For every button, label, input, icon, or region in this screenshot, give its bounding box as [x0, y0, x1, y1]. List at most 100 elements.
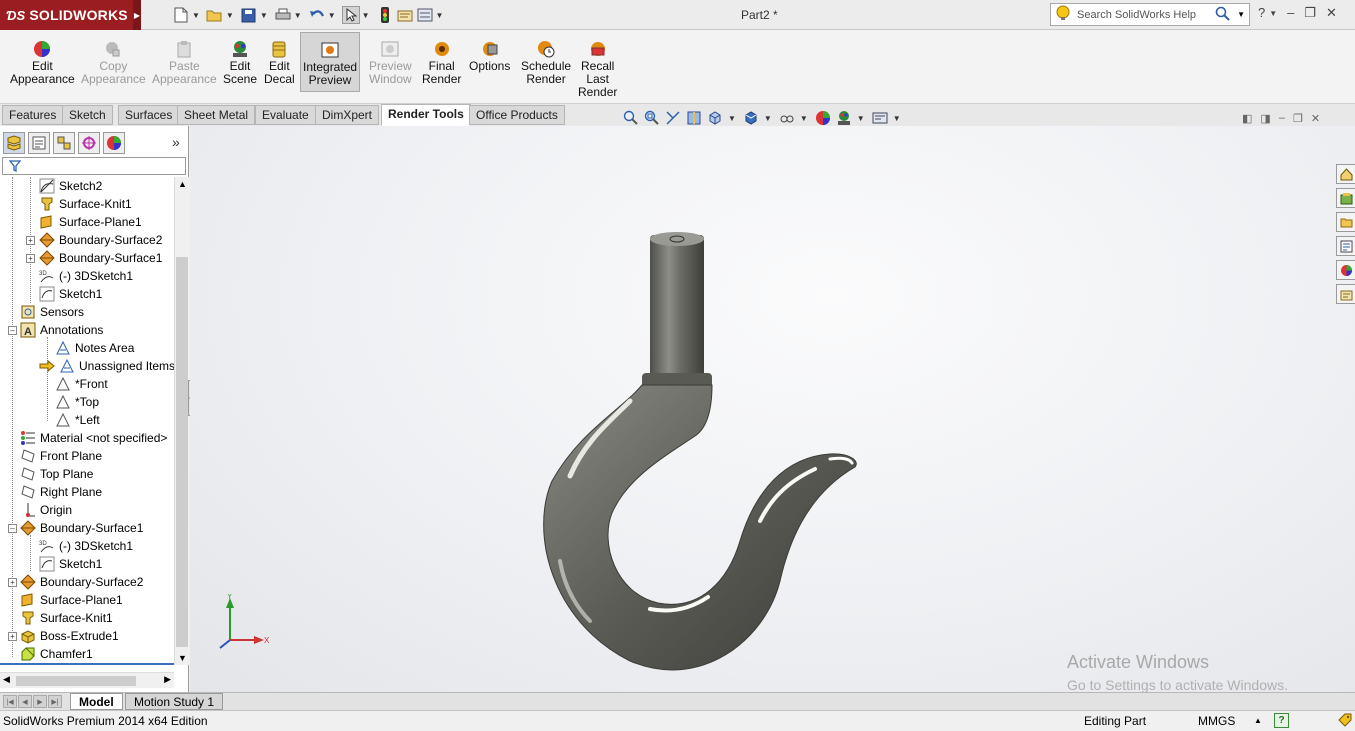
tree-item-material[interactable]: Material <not specified> [20, 429, 167, 447]
rebuild-icon[interactable] [376, 6, 394, 24]
display-style-icon[interactable] [742, 109, 760, 127]
search-icon[interactable] [1215, 6, 1231, 25]
view-orientation-dropdown-icon[interactable]: ▼ [728, 114, 736, 123]
paste-appearance-button[interactable]: Paste Appearance [152, 40, 217, 86]
file-explorer-icon[interactable] [1336, 212, 1355, 232]
tree-item-front-plane[interactable]: Front Plane [20, 447, 102, 465]
tree-item-surface-knit1-root[interactable]: Surface-Knit1 [20, 609, 113, 627]
menu-expand-arrow[interactable]: ▶ [133, 0, 141, 30]
integrated-preview-button[interactable]: Integrated Preview [300, 32, 361, 92]
recall-last-render-button[interactable]: Recall Last Render [578, 40, 617, 99]
viewport-close-icon[interactable]: ✕ [1311, 112, 1320, 125]
tab-dimxpert[interactable]: DimXpert [315, 105, 380, 125]
custom-properties-icon[interactable] [1336, 284, 1355, 304]
zoom-to-area-icon[interactable] [643, 109, 661, 127]
previous-view-icon[interactable] [664, 109, 682, 127]
file-properties-icon[interactable] [396, 6, 414, 24]
close-icon[interactable]: ✕ [1326, 5, 1337, 21]
undo-icon[interactable] [308, 6, 326, 24]
tree-item-chamfer1[interactable]: Chamfer1 [20, 645, 93, 663]
tab-office-products[interactable]: Office Products [469, 105, 565, 125]
open-dropdown-icon[interactable]: ▼ [226, 11, 234, 20]
tree-item-left-annotation[interactable]: *Left [55, 411, 100, 429]
tab-surfaces[interactable]: Surfaces [118, 105, 180, 125]
tree-item-right-plane[interactable]: Right Plane [20, 483, 102, 501]
tree-filter-input[interactable] [2, 157, 186, 175]
tab-evaluate[interactable]: Evaluate [255, 105, 316, 125]
tree-item-top-annotation[interactable]: *Top [55, 393, 99, 411]
viewport-minimize-icon[interactable]: – [1279, 112, 1285, 125]
tree-item-boundary-surface1-root[interactable]: Boundary-Surface1 [20, 519, 143, 537]
hide-show-dropdown-icon[interactable]: ▼ [800, 114, 808, 123]
tab-render-tools[interactable]: Render Tools [381, 104, 471, 126]
home-icon[interactable] [1336, 164, 1355, 184]
design-library-icon[interactable] [1336, 188, 1355, 208]
rollback-bar[interactable] [0, 663, 174, 665]
help-question-icon[interactable]: ? [1258, 5, 1265, 21]
tree-vertical-scrollbar[interactable]: ▲ ▼ [174, 177, 189, 665]
view-settings-dropdown-icon[interactable]: ▼ [893, 114, 901, 123]
next-tab-icon[interactable]: ▶ [33, 695, 47, 708]
scrollbar-thumb[interactable] [176, 257, 188, 647]
scrollbar-thumb[interactable] [16, 676, 136, 686]
split-right-icon[interactable]: ◨ [1260, 112, 1270, 125]
help-dropdown-icon[interactable]: ▼ [1269, 9, 1277, 21]
zoom-to-fit-icon[interactable] [622, 109, 640, 127]
apply-scene-icon[interactable] [835, 109, 853, 127]
scroll-down-icon[interactable]: ▼ [178, 653, 187, 663]
tree-item-surface-plane1[interactable]: Surface-Plane1 [39, 213, 142, 231]
scroll-left-icon[interactable]: ◀ [3, 674, 10, 685]
configurationmanager-tab-icon[interactable] [53, 132, 75, 154]
view-settings-icon[interactable] [871, 109, 889, 127]
tree-item-sensors[interactable]: Sensors [20, 303, 84, 321]
undo-dropdown-icon[interactable]: ▼ [328, 11, 336, 20]
search-help-box[interactable]: Search SolidWorks Help ▼ [1050, 3, 1250, 26]
tree-item-3dsketch1[interactable]: 3D (-) 3DSketch1 [39, 267, 133, 285]
view-orientation-icon[interactable] [706, 109, 724, 127]
copy-appearance-button[interactable]: Copy Appearance [81, 40, 146, 86]
tab-features[interactable]: Features [2, 105, 64, 125]
edit-appearance-view-icon[interactable] [814, 109, 832, 127]
schedule-render-button[interactable]: Schedule Render [521, 40, 571, 86]
scroll-right-icon[interactable]: ▶ [164, 674, 171, 685]
tree-item-front-annotation[interactable]: *Front [55, 375, 108, 393]
more-tabs-chevron-icon[interactable]: » [172, 134, 180, 150]
first-tab-icon[interactable]: |◀ [3, 695, 17, 708]
last-tab-icon[interactable]: ▶| [48, 695, 62, 708]
select-cursor-icon[interactable] [341, 6, 360, 24]
hide-show-items-icon[interactable] [778, 109, 796, 127]
tree-item-top-plane[interactable]: Top Plane [20, 465, 93, 483]
graphics-viewport[interactable]: Y X Activate Windows Go to Settings to a… [190, 126, 1355, 692]
edit-decal-button[interactable]: Edit Decal [264, 40, 295, 86]
preview-window-button[interactable]: Preview Window [369, 40, 412, 86]
tree-item-sketch1-child[interactable]: Sketch1 [39, 555, 102, 573]
tree-item-boundary-surface1[interactable]: Boundary-Surface1 [39, 249, 162, 267]
featuremanager-tab-icon[interactable] [3, 132, 25, 154]
scroll-up-icon[interactable]: ▲ [178, 179, 187, 189]
view-palette-icon[interactable] [1336, 236, 1355, 256]
tab-model[interactable]: Model [70, 693, 123, 710]
new-dropdown-icon[interactable]: ▼ [192, 11, 200, 20]
expand-toggle-icon[interactable]: + [8, 632, 17, 641]
dimxpertmanager-tab-icon[interactable] [78, 132, 100, 154]
select-dropdown-icon[interactable]: ▼ [362, 11, 370, 20]
tree-item-sketch2[interactable]: Sketch2 [39, 177, 102, 195]
tab-sheet-metal[interactable]: Sheet Metal [177, 105, 256, 125]
collapse-toggle-icon[interactable]: – [8, 326, 17, 335]
prev-tab-icon[interactable]: ◀ [18, 695, 32, 708]
displaymanager-tab-icon[interactable] [103, 132, 125, 154]
new-document-icon[interactable] [172, 6, 190, 24]
print-icon[interactable] [274, 6, 292, 24]
section-view-icon[interactable] [685, 109, 703, 127]
tree-item-boundary-surface2[interactable]: Boundary-Surface2 [39, 231, 162, 249]
tree-item-surface-plane1-root[interactable]: Surface-Plane1 [20, 591, 123, 609]
final-render-button[interactable]: Final Render [422, 40, 461, 86]
open-folder-icon[interactable] [206, 6, 224, 24]
expand-toggle-icon[interactable]: + [26, 254, 35, 263]
tag-icon[interactable] [1338, 713, 1352, 730]
restore-icon[interactable]: ❐ [1304, 5, 1316, 21]
split-left-icon[interactable]: ◧ [1242, 112, 1252, 125]
tree-item-notes-area[interactable]: Notes Area [55, 339, 134, 357]
tree-item-boundary-surface2-root[interactable]: Boundary-Surface2 [20, 573, 143, 591]
tree-item-surface-knit1[interactable]: Surface-Knit1 [39, 195, 132, 213]
